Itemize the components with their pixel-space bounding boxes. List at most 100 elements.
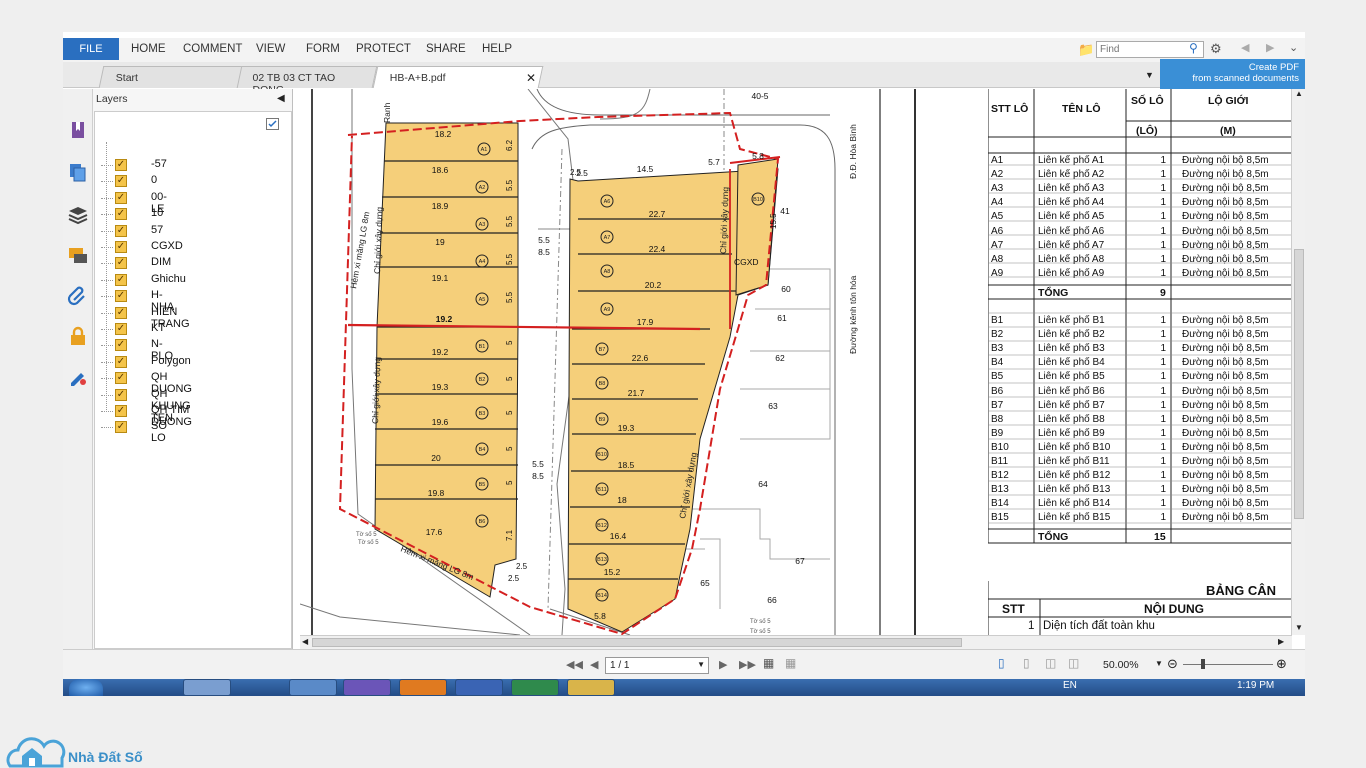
bookmark-icon[interactable]: [67, 119, 89, 141]
menu-form[interactable]: FORM: [306, 43, 340, 55]
dim-A7: 22.4: [649, 244, 666, 254]
layer-checkbox[interactable]: ✓: [115, 355, 127, 368]
dropdown-icon[interactable]: ▼: [1145, 70, 1154, 80]
layers-icon[interactable]: [67, 203, 89, 225]
facing-icon[interactable]: ◫: [1045, 656, 1056, 670]
language-indicator[interactable]: EN: [1063, 680, 1077, 691]
menu-protect[interactable]: PROTECT: [356, 43, 411, 55]
lock-icon[interactable]: [67, 325, 89, 347]
next-page-icon[interactable]: ▶: [719, 658, 727, 671]
layer-checkbox[interactable]: ✓: [115, 372, 127, 385]
layer-checkbox[interactable]: ✓: [115, 191, 127, 204]
layer-checkbox[interactable]: ✓: [115, 257, 127, 270]
menu-home[interactable]: HOME: [131, 43, 166, 55]
layer-checkbox[interactable]: ✓: [115, 306, 127, 319]
plot-66: 66: [767, 595, 777, 605]
tree-connector: [101, 394, 113, 396]
taskbar-explorer[interactable]: [567, 679, 615, 696]
layer-checkbox[interactable]: ✓: [115, 224, 127, 237]
menu-comment[interactable]: COMMENT: [183, 43, 242, 55]
taskbar-foxit[interactable]: [399, 679, 447, 696]
collapse-ribbon-icon[interactable]: ⌄: [1289, 41, 1298, 54]
lot-label-A1: A1: [481, 147, 488, 153]
vertical-scrollbar[interactable]: ▲ ▼: [1291, 89, 1305, 635]
road-ranh: Ranh: [382, 102, 392, 123]
scroll-up-icon[interactable]: ▲: [1295, 89, 1303, 98]
clock[interactable]: 1:19 PM: [1237, 680, 1274, 691]
table-cell: Liên kế phố B1: [1038, 315, 1105, 326]
scroll-down-icon[interactable]: ▼: [1295, 623, 1303, 632]
zoom-slider-thumb[interactable]: [1201, 659, 1205, 669]
create-pdf-banner[interactable]: Create PDF from scanned documents: [1160, 59, 1305, 89]
fit-width-icon[interactable]: ▦: [785, 656, 796, 670]
zoom-level[interactable]: 50.00%: [1103, 659, 1139, 671]
dim-top-5-7: 5.7: [708, 157, 720, 167]
comments-icon[interactable]: [67, 245, 89, 267]
cover-icon[interactable]: ◫: [1068, 656, 1079, 670]
layer-checkbox[interactable]: ✓: [115, 290, 127, 303]
lot-label-B12: B12: [597, 523, 607, 529]
zoom-slider[interactable]: [1183, 664, 1273, 665]
prev-page-icon[interactable]: ◀: [590, 658, 598, 671]
layer-checkbox[interactable]: ✓: [115, 323, 127, 335]
layer-label: 10: [151, 207, 164, 220]
taskbar-app-1[interactable]: [183, 679, 231, 696]
close-tab-icon[interactable]: ✕: [526, 71, 536, 85]
menu-share[interactable]: SHARE: [426, 43, 466, 55]
tab-document-02[interactable]: 02 TB 03 CT TAO DONG...: [236, 66, 378, 96]
zoom-out-icon[interactable]: ⊝: [1167, 656, 1178, 672]
scroll-right-icon[interactable]: ▶: [1278, 637, 1284, 646]
horizontal-scroll-thumb[interactable]: [312, 638, 962, 647]
collapse-panel-icon[interactable]: ◀: [277, 93, 285, 104]
layer-checkbox[interactable]: ✓: [115, 405, 127, 417]
single-page-icon[interactable]: ▯: [998, 656, 1005, 670]
last-page-icon[interactable]: ▶▶: [739, 658, 756, 671]
layer-checkbox[interactable]: ✓: [115, 388, 127, 401]
layer-checkbox[interactable]: ✓: [115, 175, 127, 188]
start-orb[interactable]: [69, 679, 103, 696]
tab-hb-pdf[interactable]: HB-A+B.pdf: [372, 66, 544, 88]
dim-A6: 22.7: [649, 209, 666, 219]
tab-start[interactable]: Start: [98, 66, 244, 88]
pages-icon[interactable]: [67, 161, 89, 183]
menu-help[interactable]: HELP: [482, 43, 512, 55]
table-cell: 1: [1160, 343, 1166, 355]
fit-page-icon[interactable]: ▦: [763, 656, 774, 670]
menu-view[interactable]: VIEW: [256, 43, 285, 55]
total-b-label: TỔNG: [1038, 531, 1069, 543]
document-viewport[interactable]: A1 A2 A3 A4 A5 B1 B2 B3 B4 B5 B6 A6 A7 A…: [300, 89, 1292, 635]
table-cell: B11: [991, 456, 1009, 467]
layer-checkbox[interactable]: ✓: [115, 159, 127, 171]
continuous-icon[interactable]: ▯: [1023, 656, 1030, 670]
table-cell: Đường nội bộ 8,5m: [1182, 183, 1269, 195]
layer-options-icon[interactable]: [266, 118, 279, 130]
taskbar-chrome[interactable]: [289, 679, 337, 696]
zoom-in-icon[interactable]: ⊕: [1276, 656, 1287, 672]
vertical-scroll-thumb[interactable]: [1294, 249, 1304, 519]
search-icon[interactable]: ⚲: [1189, 41, 1198, 55]
horizontal-scrollbar[interactable]: ◀ ▶: [300, 635, 1292, 649]
layer-checkbox[interactable]: ✓: [115, 273, 127, 286]
prev-icon[interactable]: ◀: [1241, 41, 1249, 54]
taskbar-viber[interactable]: [343, 679, 391, 696]
first-page-icon[interactable]: ◀◀: [566, 658, 583, 671]
layer-checkbox[interactable]: ✓: [115, 241, 127, 253]
taskbar-excel[interactable]: [511, 679, 559, 696]
zoom-dropdown-icon[interactable]: ▼: [1155, 659, 1163, 668]
layer-checkbox[interactable]: ✓: [115, 421, 127, 434]
page-number-field[interactable]: 1 / 1 ▼: [605, 657, 709, 674]
table-cell: Liên kế phố A9: [1038, 267, 1105, 279]
layer-checkbox[interactable]: ✓: [115, 208, 127, 221]
lot-label-A3: A3: [479, 222, 486, 228]
layer-checkbox[interactable]: ✓: [115, 339, 127, 352]
taskbar-word[interactable]: [455, 679, 503, 696]
attachment-icon[interactable]: [67, 285, 89, 307]
file-menu[interactable]: FILE: [63, 38, 119, 60]
find-folder-icon[interactable]: 📁: [1078, 42, 1094, 58]
gear-icon[interactable]: ⚙: [1210, 41, 1222, 57]
table-cell: Đường nội bộ 8,5m: [1182, 427, 1269, 439]
scroll-left-icon[interactable]: ◀: [302, 637, 308, 646]
sign-icon[interactable]: [67, 365, 89, 387]
find-input[interactable]: [1096, 41, 1204, 58]
next-icon[interactable]: ▶: [1266, 41, 1274, 54]
